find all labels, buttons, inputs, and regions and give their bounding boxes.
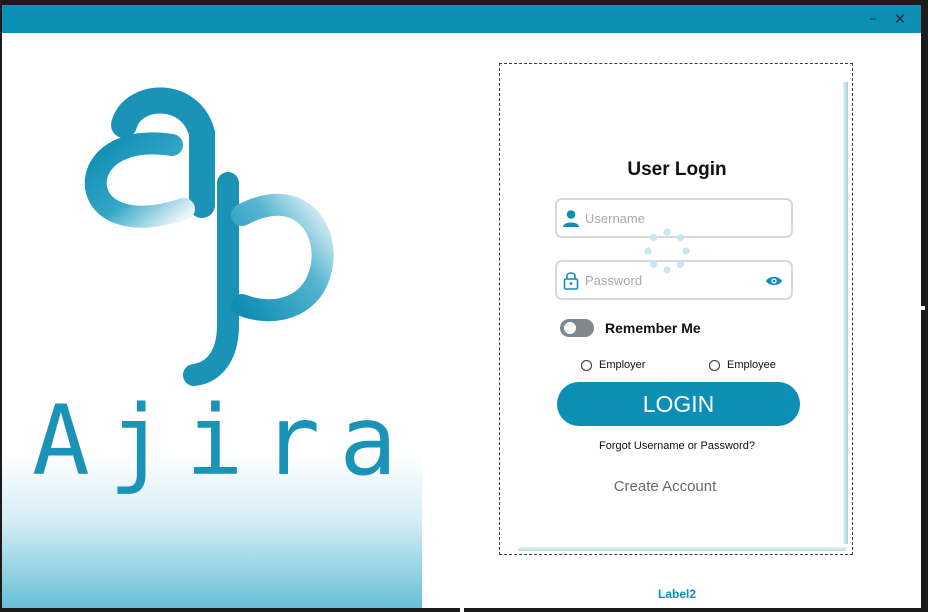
brand-panel: Ajira [2,33,422,608]
login-title: User Login [627,159,727,180]
create-account-link[interactable]: Create Account [500,478,830,495]
login-button[interactable]: LOGIN [557,382,800,426]
employee-radio[interactable] [709,360,720,371]
remember-me-toggle[interactable] [560,319,594,337]
login-card: User Login Username Remember Me Employer… [499,63,853,555]
app-window: – ✕ Ajira User Login Username Remember M… [2,5,921,608]
loading-spinner-icon [644,228,690,274]
ajira-ap-monogram-icon [84,87,334,386]
brand-wordmark: Ajira [32,385,416,497]
employer-label: Employer [599,359,646,371]
forgot-credentials-link[interactable]: Forgot Username or Password? [500,440,854,452]
minimize-button[interactable]: – [861,8,885,30]
resize-grip-right[interactable] [921,306,925,310]
lock-icon [563,272,579,290]
username-input[interactable] [585,208,755,228]
remember-me-label: Remember Me [605,320,701,336]
eye-icon[interactable] [765,275,783,287]
card-shadow-right [843,82,848,544]
card-shadow-bottom [518,547,846,551]
title-bar: – ✕ [2,5,921,33]
employee-label: Employee [727,359,776,371]
user-icon [563,210,579,227]
toggle-knob [564,322,576,334]
employer-radio[interactable] [581,360,592,371]
close-button[interactable]: ✕ [888,8,912,30]
status-label: Label2 [658,587,697,601]
resize-grip-bottom[interactable] [460,608,464,612]
